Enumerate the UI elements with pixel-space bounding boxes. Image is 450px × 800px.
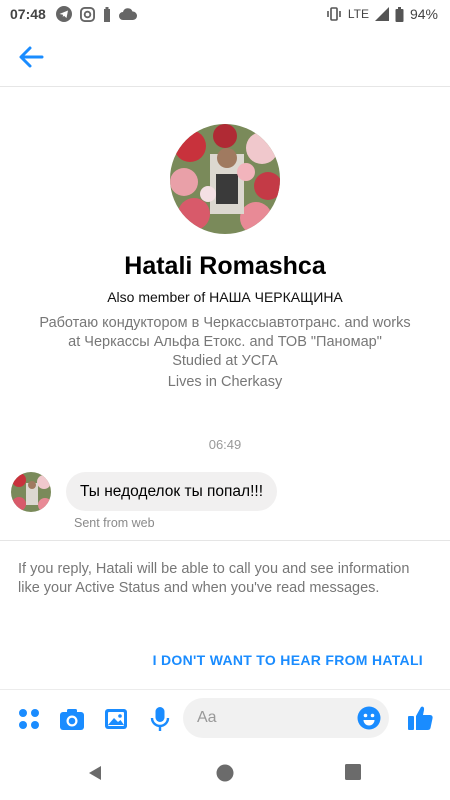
message-timestamp: 06:49	[208, 437, 242, 452]
profile-name: Hatali Romashca	[124, 252, 326, 280]
recents-square-icon[interactable]	[345, 764, 361, 780]
camera-icon[interactable]	[59, 706, 85, 732]
divider	[0, 540, 450, 541]
home-circle-icon[interactable]	[216, 764, 234, 782]
gallery-icon[interactable]	[103, 706, 129, 732]
work-line-1: Работаю кондуктором в Черкассыавтотранс.…	[39, 315, 411, 331]
thumbs-up-icon[interactable]	[406, 704, 434, 732]
message-bubble[interactable]: Ты недоделок ты попал!!!	[66, 472, 278, 511]
battery-icon	[395, 6, 404, 22]
message-source: Sent from web	[74, 516, 155, 530]
apps-icon[interactable]	[16, 706, 42, 732]
network-type: LTE	[347, 7, 369, 21]
battery-percent: 94%	[409, 6, 438, 22]
app-bar	[0, 28, 450, 87]
work-line-2: at Черкассы Альфа Етокс. and ТОВ "Панома…	[68, 334, 382, 350]
ignore-sender-button[interactable]: I DON'T WANT TO HEAR FROM HATALI	[153, 652, 423, 668]
instagram-icon	[79, 6, 95, 22]
cloud-icon	[118, 8, 137, 20]
group-membership: Also member of НАША ЧЕРКАЩИНА	[107, 289, 343, 305]
signal-icon	[374, 7, 389, 21]
reply-notice: If you reply, Hatali will be able to cal…	[18, 561, 410, 596]
message-input-placeholder: Aa	[197, 709, 217, 726]
vibrate-icon	[327, 7, 341, 21]
mic-icon[interactable]	[147, 706, 173, 732]
message-input[interactable]: Aa	[183, 698, 389, 738]
profile-avatar[interactable]	[170, 124, 280, 234]
status-time: 07:48	[10, 6, 46, 22]
work-info: Работаю кондуктором в Черкассыавтотранс.…	[0, 314, 450, 352]
education-info: Studied at УСГА	[172, 353, 278, 369]
location-info: Lives in Cherkasy	[167, 374, 283, 390]
back-triangle-icon[interactable]	[86, 764, 104, 782]
status-bar: 07:48 LTE 94%	[0, 0, 450, 28]
system-nav-bar	[0, 748, 450, 800]
back-arrow-icon[interactable]	[16, 42, 46, 72]
message-composer: Aa	[0, 689, 450, 748]
battery-saver-icon	[103, 6, 110, 22]
emoji-icon[interactable]	[357, 706, 381, 730]
sender-avatar[interactable]	[11, 472, 51, 512]
telegram-icon	[55, 6, 72, 22]
